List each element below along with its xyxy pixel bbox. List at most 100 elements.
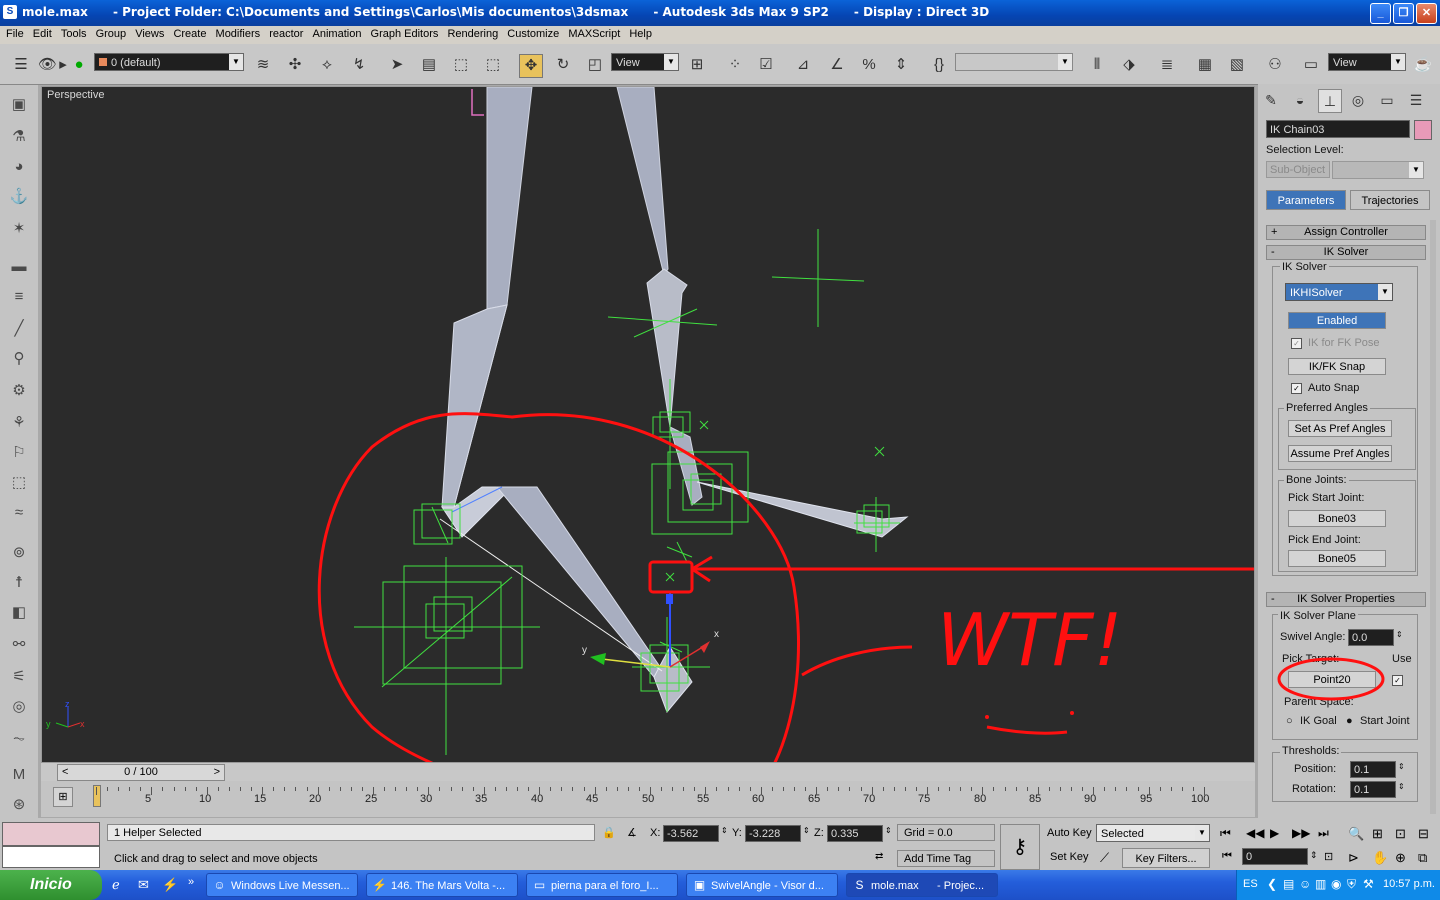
auto-key-button[interactable]: Auto Key (1047, 827, 1092, 839)
maxscript-listener-mini[interactable] (2, 822, 100, 846)
menu-reactor[interactable]: reactor (269, 26, 303, 40)
bone-left-shin[interactable] (441, 304, 508, 508)
field-of-view-icon[interactable]: ⊳ (1348, 850, 1359, 866)
ik-fk-snap-button[interactable]: IK/FK Snap (1288, 358, 1386, 375)
menu-modifiers[interactable]: Modifiers (216, 26, 261, 40)
snap-toggle-icon[interactable]: ⊿ (792, 54, 814, 76)
select-object-icon[interactable]: ➤ (386, 54, 408, 76)
rope-icon[interactable]: ≡ (7, 285, 31, 309)
z-spinner-icon[interactable]: ⇕ (885, 826, 892, 835)
chevron-left-icon[interactable]: < (62, 765, 68, 780)
chevron-down-icon[interactable]: ▼ (1409, 162, 1423, 178)
percent-snap-icon[interactable]: % (858, 54, 880, 76)
time-slider[interactable]: < 0 / 100 > (41, 763, 1255, 781)
zoom-extents-icon[interactable]: ⊡ (1395, 826, 1406, 842)
reference-coordinate-dropdown[interactable]: View ▼ (611, 53, 679, 71)
select-by-name-icon[interactable]: ▤ (418, 54, 440, 76)
sub-object-button[interactable]: Sub-Object (1266, 161, 1330, 178)
chevron-down-icon[interactable]: ▼ (1391, 54, 1405, 70)
select-and-rotate-icon[interactable]: ↻ (552, 54, 574, 76)
time-slider-thumb[interactable]: < 0 / 100 > (57, 764, 225, 781)
pan-view-icon[interactable]: ✋ (1372, 850, 1388, 866)
rotation-spinner-icon[interactable]: ⇕ (1398, 782, 1405, 791)
layer-manager-icon[interactable]: ☰ (10, 54, 32, 76)
layer-visibility-icon[interactable]: 👁 (38, 54, 57, 76)
menu-maxscript[interactable]: MAXScript (568, 26, 620, 40)
menu-rendering[interactable]: Rendering (447, 26, 498, 40)
curve-editor-icon[interactable]: ▦ (1194, 54, 1216, 76)
material-editor-icon[interactable]: ⚇ (1264, 54, 1286, 76)
outlook-quicklaunch-icon[interactable]: ✉ (138, 877, 149, 893)
ragdoll-icon[interactable]: ☨ (7, 571, 31, 595)
tray-messenger-icon[interactable]: ☺ (1299, 877, 1311, 891)
arc-rotate-icon[interactable]: ⊕ (1395, 850, 1406, 866)
tray-arrow-icon[interactable]: ❮ (1267, 877, 1277, 891)
close-button[interactable]: ✕ (1416, 3, 1437, 24)
bone-right-ankle[interactable] (669, 426, 703, 506)
quick-render-icon[interactable]: ☕ (1412, 54, 1434, 76)
tray-security-icon[interactable]: ⛨ (1347, 877, 1356, 892)
menu-group[interactable]: Group (96, 26, 127, 40)
hierarchy-tab-icon[interactable]: ⊥ (1318, 89, 1342, 113)
tray-tool-icon[interactable]: ⚒ (1363, 877, 1374, 891)
3dsmax-app-icon[interactable]: S (3, 5, 17, 19)
menu-views[interactable]: Views (135, 26, 164, 40)
rect-selection-icon[interactable]: ⬚ (450, 54, 472, 76)
motion-tab-icon[interactable]: ◎ (1347, 89, 1369, 111)
y-coordinate-field[interactable]: -3.228 (745, 825, 801, 842)
spring-icon[interactable]: ╱ (7, 317, 31, 341)
pivot-center-icon[interactable]: ⊞ (686, 54, 708, 76)
wind-icon[interactable]: ⚘ (7, 411, 31, 435)
rigid-body-icon[interactable]: ◕ (7, 155, 31, 179)
car-wheel-icon[interactable]: ◎ (7, 695, 31, 719)
render-scene-icon[interactable]: ▭ (1300, 54, 1322, 76)
next-frame-icon[interactable]: ▶▶ (1292, 826, 1310, 840)
x-spinner-icon[interactable]: ⇕ (721, 826, 728, 835)
zoom-extents-all-icon[interactable]: ⊟ (1418, 826, 1429, 842)
parameters-tab[interactable]: Parameters (1266, 190, 1346, 210)
utilities-tab-icon[interactable]: ☰ (1405, 89, 1427, 111)
task-winamp[interactable]: ⚡ 146. The Mars Volta -... (366, 873, 518, 897)
dashpot-icon[interactable]: ⚲ (7, 347, 31, 371)
tray-volume-icon[interactable]: ◉ (1331, 877, 1341, 891)
keyboard-shortcut-override-icon[interactable]: ☑ (755, 54, 777, 76)
quicklaunch-more-icon[interactable]: » (188, 876, 194, 888)
menu-help[interactable]: Help (629, 26, 652, 40)
render-type-dropdown[interactable]: View ▼ (1328, 53, 1406, 71)
bind-spacewarp-icon[interactable]: ↯ (348, 54, 370, 76)
title-bar[interactable]: S mole.max - Project Folder: C:\Document… (0, 0, 1440, 26)
set-key-big-key-icon[interactable]: ⚷ (1000, 824, 1040, 870)
sub-object-dropdown[interactable]: ▼ (1332, 161, 1424, 179)
chevron-right-icon[interactable]: > (214, 765, 220, 780)
edit-named-selection-icon[interactable]: {} (928, 54, 950, 76)
maximize-viewport-icon[interactable]: ⧉ (1418, 850, 1427, 866)
assume-pref-angles-button[interactable]: Assume Pref Angles (1288, 445, 1392, 462)
chevron-down-icon[interactable]: ▼ (1378, 284, 1392, 300)
maxscript-listener-input[interactable] (2, 846, 100, 868)
named-selection-set-dropdown[interactable]: ▼ (955, 53, 1073, 71)
start-joint-radio[interactable]: ● (1346, 715, 1353, 727)
motor-icon[interactable]: ⚙ (7, 379, 31, 403)
position-threshold-field[interactable]: 0.1 (1350, 761, 1396, 778)
create-tab-icon[interactable]: ✎ (1260, 89, 1282, 111)
task-folder[interactable]: ▭ pierna para el foro_I... (526, 873, 678, 897)
chevron-down-icon[interactable]: ▼ (1058, 54, 1072, 70)
y-spinner-icon[interactable]: ⇕ (803, 826, 810, 835)
cloth-icon[interactable]: ⚓ (7, 185, 31, 209)
manipulate-icon[interactable]: ⁘ (724, 54, 746, 76)
trajectories-tab[interactable]: Trajectories (1350, 190, 1430, 210)
frame-spinner-icon[interactable]: ⇕ (1310, 850, 1318, 861)
constraint-icon[interactable]: ⊚ (7, 541, 31, 565)
ik-goal-radio[interactable]: ○ (1286, 715, 1293, 727)
layer-tools-icon[interactable]: ≋ (252, 54, 274, 76)
select-and-move-icon[interactable]: ✥ (519, 54, 543, 78)
position-spinner-icon[interactable]: ⇕ (1398, 762, 1405, 771)
menu-edit[interactable]: Edit (33, 26, 52, 40)
rotation-threshold-field[interactable]: 0.1 (1350, 781, 1396, 798)
layer-freeze-icon[interactable]: ▸ (56, 54, 70, 76)
spinner-snap-icon[interactable]: ⇕ (890, 54, 912, 76)
analyze-icon[interactable]: ⊛ (7, 793, 31, 817)
key-mode-toggle-icon[interactable]: ⏮ (1222, 850, 1232, 863)
time-marker[interactable] (93, 785, 101, 807)
end-joint-button[interactable]: Bone05 (1288, 550, 1386, 567)
